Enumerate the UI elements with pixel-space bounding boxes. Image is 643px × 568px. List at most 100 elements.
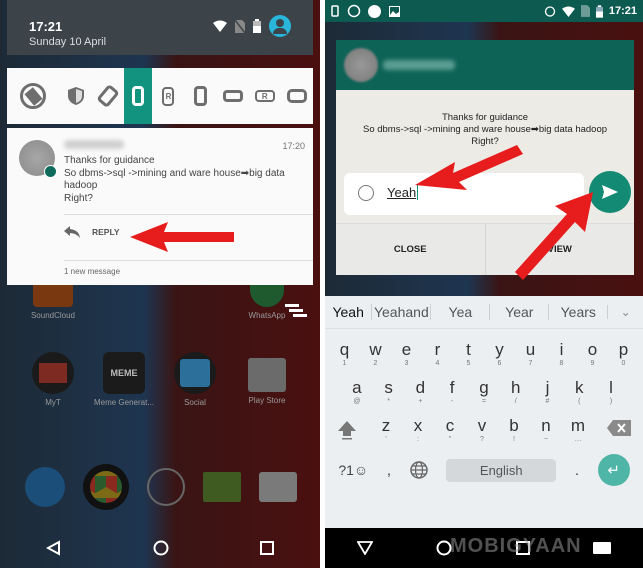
portrait-lock-icon[interactable] (124, 68, 153, 124)
app-social[interactable]: Social (160, 352, 230, 407)
key-n[interactable]: n ~ (532, 417, 560, 444)
key-e[interactable]: e3 (393, 341, 421, 368)
camera-icon[interactable] (259, 472, 297, 502)
landscape-reverse-icon[interactable]: R (249, 68, 281, 124)
portrait-reverse-icon[interactable]: R (152, 68, 184, 124)
globe-icon[interactable] (409, 461, 428, 479)
key-hint: … (574, 436, 582, 443)
home-icon[interactable] (153, 540, 169, 556)
comma-key[interactable]: , (387, 462, 391, 479)
whatsapp-notification[interactable]: 17:20 Thanks for guidance So dbms->sql -… (7, 128, 313, 285)
alarm-icon (544, 6, 556, 17)
emoji-icon[interactable] (358, 185, 374, 201)
key-h[interactable]: h / (502, 379, 530, 406)
key-y[interactable]: y6 (486, 341, 514, 368)
enter-icon: ↵ (607, 462, 620, 479)
key-label: b (509, 416, 519, 435)
rotate-icon[interactable] (92, 68, 124, 124)
key-c[interactable]: c " (436, 417, 464, 444)
app-meme-generator[interactable]: MEME Meme Generat... (89, 352, 159, 407)
landscape-rotate-icon[interactable] (281, 68, 313, 124)
phone-icon[interactable] (25, 467, 65, 507)
keyboard-switch-icon[interactable] (593, 542, 612, 554)
key-hint: ~ (543, 436, 549, 443)
key-hint: ! (513, 436, 515, 443)
suggestion[interactable]: Yeah (325, 304, 371, 320)
view-button[interactable]: VIEW (484, 224, 634, 275)
expand-suggestions-icon[interactable]: ⌄ (607, 305, 643, 319)
key-m[interactable]: m… (564, 417, 592, 444)
suggestion[interactable]: Yea (430, 304, 489, 320)
key-k[interactable]: k( (565, 379, 593, 406)
twitter-icon (174, 352, 216, 394)
messages-icon[interactable] (203, 472, 241, 502)
back-icon[interactable] (45, 540, 62, 556)
shield-icon[interactable] (60, 68, 92, 124)
app-myt[interactable]: MyT (18, 352, 88, 407)
key-label: y (495, 340, 504, 359)
app-soundcloud[interactable]: SoundCloud (18, 285, 88, 320)
key-hint: ( (578, 398, 581, 405)
key-w[interactable]: w2 (362, 341, 390, 368)
key-label: t (466, 340, 471, 359)
shift-icon[interactable] (337, 419, 357, 441)
key-row-3: z ' x: c " v? b! n ~ m… (325, 417, 643, 444)
key-j[interactable]: j # (533, 379, 561, 406)
key-row-1: q1w2e3r4t5y6u7i8o9p0 (325, 341, 643, 368)
key-f[interactable]: f- (438, 379, 466, 406)
key-x[interactable]: x: (404, 417, 432, 444)
app-play-store[interactable]: Play Store (232, 352, 302, 405)
key-g[interactable]: g = (470, 379, 498, 406)
key-label: s (384, 378, 393, 397)
battery-icon (253, 19, 261, 33)
key-z[interactable]: z ' (372, 417, 400, 444)
send-button[interactable] (589, 171, 631, 213)
key-hint: @ (353, 398, 361, 405)
key-l[interactable]: l) (597, 379, 625, 406)
key-hint: ? (480, 436, 484, 443)
key-b[interactable]: b! (500, 417, 528, 444)
app-drawer-icon[interactable] (147, 468, 185, 506)
reply-input[interactable]: Yeah (344, 173, 584, 215)
recents-icon[interactable] (260, 541, 275, 555)
key-label: h (510, 378, 521, 397)
key-o[interactable]: o9 (579, 341, 607, 368)
key-s[interactable]: s * (375, 379, 403, 406)
key-d[interactable]: d + (406, 379, 434, 406)
back-icon[interactable] (356, 541, 373, 555)
drag-handle-icon[interactable] (285, 304, 307, 317)
key-hint: : (417, 436, 419, 443)
landscape-icon[interactable] (217, 68, 249, 124)
reply-input-value[interactable]: Yeah (387, 185, 419, 200)
dock (25, 464, 297, 510)
key-r[interactable]: r4 (424, 341, 452, 368)
key-u[interactable]: u7 (517, 341, 545, 368)
key-q[interactable]: q1 (331, 341, 359, 368)
period-key[interactable]: . (575, 462, 579, 479)
auto-rotate-icon[interactable] (7, 68, 60, 124)
key-label: r (434, 340, 441, 359)
suggestion[interactable]: Years (548, 304, 607, 320)
watermark: MOBIGYAAN (450, 535, 582, 557)
key-label: f (449, 378, 455, 397)
portrait-rotate-icon[interactable] (185, 68, 217, 124)
symbols-key[interactable]: ?1☺ (338, 462, 368, 478)
close-button[interactable]: CLOSE (336, 224, 485, 275)
suggestion[interactable]: Yeahand (371, 304, 430, 320)
no-sim-icon (235, 19, 245, 33)
whatsapp-status-icon (347, 4, 361, 18)
space-bar[interactable]: English (446, 458, 557, 482)
enter-key[interactable]: ↵ (597, 454, 630, 486)
key-t[interactable]: t5 (455, 341, 483, 368)
chrome-icon[interactable] (83, 464, 129, 510)
reply-button[interactable]: REPLY (64, 226, 120, 238)
play-store-icon (248, 358, 286, 392)
backspace-icon[interactable] (607, 420, 632, 436)
user-avatar-icon[interactable] (269, 15, 291, 37)
suggestion[interactable]: Year (489, 304, 548, 320)
key-p[interactable]: p0 (610, 341, 638, 368)
key-v[interactable]: v? (468, 417, 496, 444)
key-a[interactable]: a @ (343, 379, 371, 406)
search-status-icon (368, 4, 381, 18)
key-i[interactable]: i8 (548, 341, 576, 368)
